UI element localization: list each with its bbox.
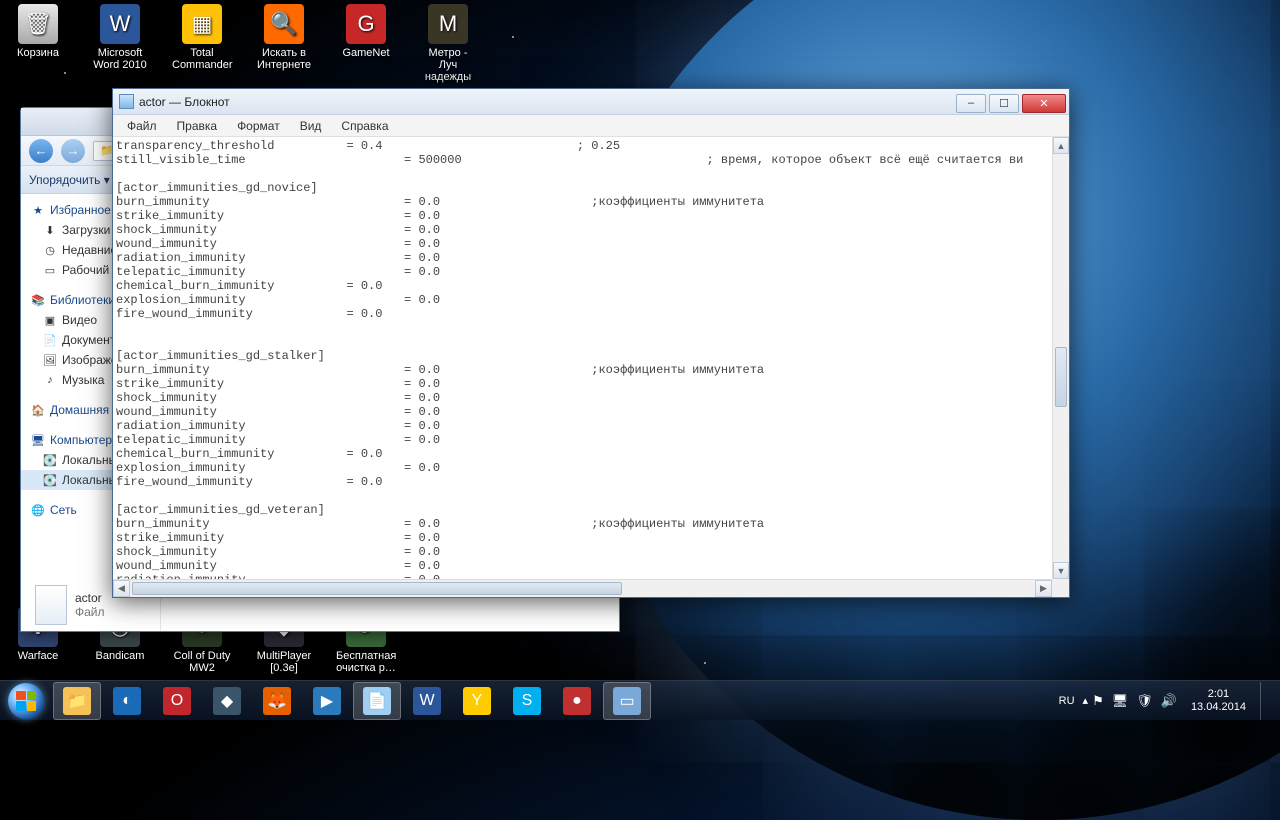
tray-icon[interactable]: 🖥 xyxy=(1112,693,1129,708)
bandicam-icon: ● xyxy=(563,687,591,715)
taskbar-item-word[interactable]: W xyxy=(403,682,451,720)
icon-label: Microsoft Word 2010 xyxy=(90,47,150,71)
show-desktop-button[interactable] xyxy=(1260,682,1274,720)
notepad-icon: 📄 xyxy=(363,687,391,715)
scroll-right-button[interactable]: ▶ xyxy=(1035,580,1052,597)
icon-label: GameNet xyxy=(336,47,396,59)
taskbar-item-skype[interactable]: S xyxy=(503,682,551,720)
notepad-window[interactable]: actor — Блокнот – ☐ ✕ ФайлПравкаФорматВи… xyxy=(112,88,1070,598)
organize-button[interactable]: Упорядочить ▾ xyxy=(29,173,110,187)
menu-Правка[interactable]: Правка xyxy=(167,116,228,136)
menu-Файл[interactable]: Файл xyxy=(117,116,167,136)
icon-label: Корзина xyxy=(8,47,68,59)
taskbar-item-app1[interactable]: ◆ xyxy=(203,682,251,720)
system-tray: RU ▴ ⚑🖥🛡🔊 2:01 13.04.2014 xyxy=(1051,681,1280,720)
menu-Справка[interactable]: Справка xyxy=(331,116,398,136)
vscroll-thumb[interactable] xyxy=(1055,347,1067,407)
app-icon: G xyxy=(346,4,386,44)
file-item[interactable]: actor Файл xyxy=(35,585,105,625)
tray-icon[interactable]: 🛡 xyxy=(1136,693,1153,708)
desktop-icon-gamenet[interactable]: G GameNet xyxy=(336,4,396,83)
yandex-icon: Y xyxy=(463,687,491,715)
wmp-icon: ◐ xyxy=(113,687,141,715)
notepad-titlebar[interactable]: actor — Блокнот – ☐ ✕ xyxy=(113,89,1069,115)
app-icon: W xyxy=(100,4,140,44)
hscroll-thumb[interactable] xyxy=(132,582,622,595)
vertical-scrollbar[interactable]: ▲ ▼ xyxy=(1052,137,1069,579)
icon-label: Bandicam xyxy=(90,650,150,662)
scroll-down-button[interactable]: ▼ xyxy=(1053,562,1069,579)
file-type: Файл xyxy=(75,605,105,619)
forward-button[interactable]: → xyxy=(61,139,85,163)
notepad-title: actor — Блокнот xyxy=(139,95,230,109)
language-indicator[interactable]: RU xyxy=(1051,695,1083,707)
icon-label: Coll of Duty MW2 xyxy=(172,650,232,674)
back-button[interactable]: ← xyxy=(29,139,53,163)
menu-Вид[interactable]: Вид xyxy=(290,116,332,136)
opera-icon: O xyxy=(163,687,191,715)
clock[interactable]: 2:01 13.04.2014 xyxy=(1181,688,1256,714)
close-button[interactable]: ✕ xyxy=(1022,94,1066,113)
app1-icon: ◆ xyxy=(213,687,241,715)
icon-label: Warface xyxy=(8,650,68,662)
explorer-icon: 📁 xyxy=(63,687,91,715)
app2-icon: ▭ xyxy=(613,687,641,715)
start-button[interactable] xyxy=(0,681,52,721)
notepad-content[interactable]: transparency_threshold = 0.4 ; 0.25 stil… xyxy=(113,137,1069,579)
notepad-icon xyxy=(119,94,134,109)
app-icon: ▦ xyxy=(182,4,222,44)
icon-label: Total Commander xyxy=(172,47,232,71)
maximize-button[interactable]: ☐ xyxy=(989,94,1019,113)
firefox-icon: 🦊 xyxy=(263,687,291,715)
windows-logo-icon xyxy=(8,683,44,719)
icon-label: Метро - Луч надежды xyxy=(418,47,478,83)
notepad-menubar: ФайлПравкаФорматВидСправка xyxy=(113,115,1069,137)
icon-label: Бесплатная очистка р… xyxy=(336,650,396,674)
icon-label: Искать в Интернете xyxy=(254,47,314,71)
taskbar-item-notepad[interactable]: 📄 xyxy=(353,682,401,720)
minimize-button[interactable]: – xyxy=(956,94,986,113)
kmp-icon: ▶ xyxy=(313,687,341,715)
date: 13.04.2014 xyxy=(1191,701,1246,714)
scroll-up-button[interactable]: ▲ xyxy=(1053,137,1069,154)
taskbar-item-kmp[interactable]: ▶ xyxy=(303,682,351,720)
desktop-icon-метро-луч-надежды[interactable]: MМетро - Луч надежды xyxy=(418,4,478,83)
taskbar: 📁◐O◆🦊▶📄WYS●▭ RU ▴ ⚑🖥🛡🔊 2:01 13.04.2014 xyxy=(0,680,1280,720)
icon-label: MultiPlayer [0.3е] xyxy=(254,650,314,674)
app-icon: 🗑 xyxy=(18,4,58,44)
app-icon: 🔍 xyxy=(264,4,304,44)
tray-icon[interactable]: 🔊 xyxy=(1161,693,1177,708)
app-icon: M xyxy=(428,4,468,44)
taskbar-item-bandicam[interactable]: ● xyxy=(553,682,601,720)
taskbar-item-explorer[interactable]: 📁 xyxy=(53,682,101,720)
tray-icon[interactable]: ⚑ xyxy=(1092,693,1104,708)
file-name: actor xyxy=(75,591,105,605)
notepad-text-area[interactable]: transparency_threshold = 0.4 ; 0.25 stil… xyxy=(113,137,1069,579)
time: 2:01 xyxy=(1191,688,1246,701)
menu-Формат[interactable]: Формат xyxy=(227,116,290,136)
taskbar-item-yandex[interactable]: Y xyxy=(453,682,501,720)
scroll-corner xyxy=(1052,579,1069,597)
skype-icon: S xyxy=(513,687,541,715)
word-icon: W xyxy=(413,687,441,715)
desktop-icon-искать-в-интернете[interactable]: 🔍 Искать в Интернете xyxy=(254,4,314,83)
desktop-icon-total-commander[interactable]: ▦ Total Commander xyxy=(172,4,232,83)
taskbar-item-firefox[interactable]: 🦊 xyxy=(253,682,301,720)
taskbar-item-app2[interactable]: ▭ xyxy=(603,682,651,720)
horizontal-scrollbar[interactable]: ◀ ▶ xyxy=(113,579,1052,597)
scroll-left-button[interactable]: ◀ xyxy=(113,580,130,597)
desktop-icon-microsoft-word-2010[interactable]: W Microsoft Word 2010 xyxy=(90,4,150,83)
taskbar-item-wmp[interactable]: ◐ xyxy=(103,682,151,720)
file-icon xyxy=(35,585,67,625)
desktop-icon-корзина[interactable]: 🗑 Корзина xyxy=(8,4,68,83)
taskbar-item-opera[interactable]: O xyxy=(153,682,201,720)
